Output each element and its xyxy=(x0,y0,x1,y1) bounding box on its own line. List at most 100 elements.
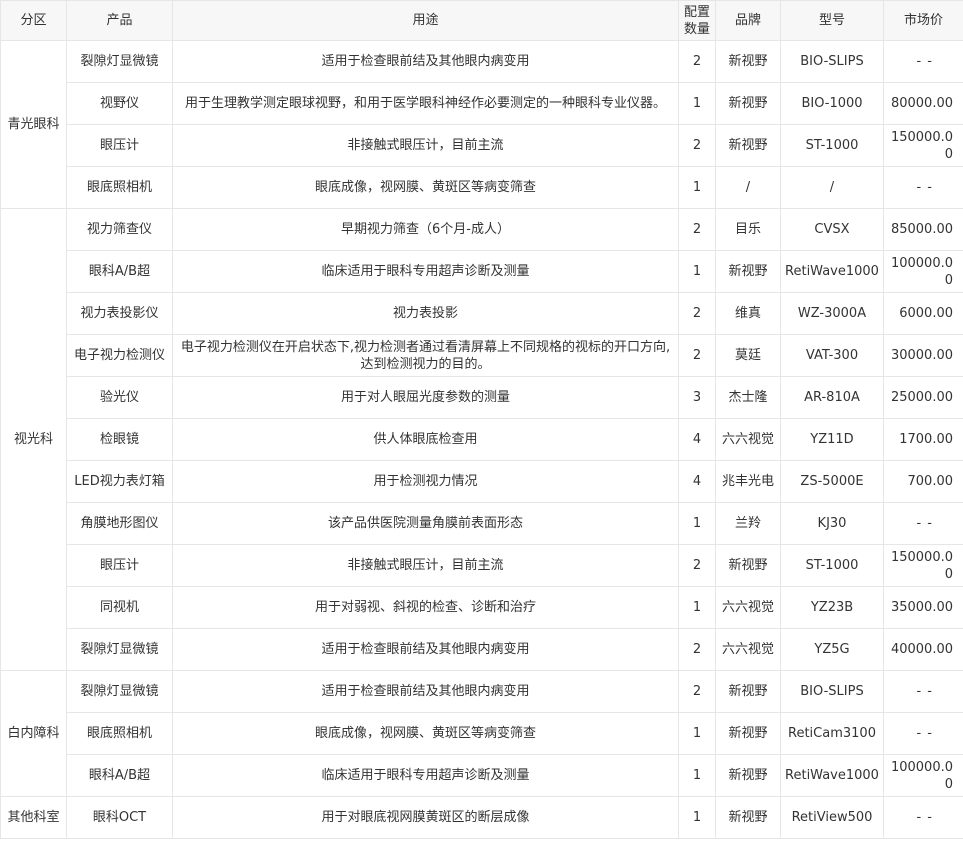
price-cell: 6000.00 xyxy=(883,292,963,335)
brand-cell: 兆丰光电 xyxy=(715,460,781,503)
table-row: 检眼镜 供人体眼底检查用 4 六六视觉 YZ11D 1700.00 xyxy=(1,418,963,461)
table-row: 眼底照相机 眼底成像，视网膜、黄斑区等病变筛查 1// - - xyxy=(1,166,963,209)
price-cell: - - xyxy=(883,40,963,83)
table-header: 分区 产品 用途 配置数量 品牌 型号 市场价 xyxy=(0,0,963,41)
brand-cell: 新视野 xyxy=(715,82,781,125)
price-cell: 150000.00 xyxy=(883,544,963,587)
model-cell: KJ30 xyxy=(780,502,884,545)
usage-cell: 眼底成像，视网膜、黄斑区等病变筛查 xyxy=(172,166,679,209)
product-cell: 视力筛查仪 xyxy=(66,208,173,251)
table-row: 同视机 用于对弱视、斜视的检查、诊断和治疗 1 六六视觉 YZ23B 35000.00 xyxy=(1,586,963,629)
usage-cell: 非接触式眼压计，目前主流 xyxy=(172,544,679,587)
usage-cell: 适用于检查眼前结及其他眼内病变用 xyxy=(172,628,679,671)
brand-cell: 六六视觉 xyxy=(715,586,781,629)
qty-cell: 1 xyxy=(678,586,716,629)
table-row: 验光仪 用于对人眼屈光度参数的测量 3 杰士隆 AR-810A 25000.00 xyxy=(1,376,963,419)
model-cell: YZ5G xyxy=(780,628,884,671)
usage-cell: 视力表投影 xyxy=(172,292,679,335)
table-row: 视力表投影仪 视力表投影 2 维真 WZ-3000A 6000.00 xyxy=(1,292,963,335)
qty-cell: 2 xyxy=(678,628,716,671)
brand-cell: 莫廷 xyxy=(715,334,781,377)
price-cell: 35000.00 xyxy=(883,586,963,629)
product-cell: 角膜地形图仪 xyxy=(66,502,173,545)
product-cell: 裂隙灯显微镜 xyxy=(66,628,173,671)
brand-cell: 新视野 xyxy=(715,796,781,839)
table-row: 视野仪 用于生理教学测定眼球视野，和用于医学眼科神经作必要测定的一种眼科专业仪器。… xyxy=(1,82,963,125)
brand-cell: 新视野 xyxy=(715,670,781,713)
usage-cell: 用于对眼底视网膜黄斑区的断层成像 xyxy=(172,796,679,839)
model-cell: CVSX xyxy=(780,208,884,251)
brand-cell: 新视野 xyxy=(715,250,781,293)
table-row: 电子视力检测仪 电子视力检测仪在开启状态下,视力检测者通过看清屏幕上不同规格的视标… xyxy=(1,334,963,377)
usage-cell: 用于生理教学测定眼球视野，和用于医学眼科神经作必要测定的一种眼科专业仪器。 xyxy=(172,82,679,125)
model-cell: VAT-300 xyxy=(780,334,884,377)
model-cell: BIO-SLIPS xyxy=(780,670,884,713)
model-cell: ST-1000 xyxy=(780,544,884,587)
table-row: 视光科 视力筛查仪 早期视力筛查（6个月-成人） 2 目乐 CVSX 85000.00 xyxy=(0,208,963,671)
table-row: 其他科室 眼科OCT 用于对眼底视网膜黄斑区的断层成像 1 新视野 RetiView500… xyxy=(0,796,963,839)
table-row: 眼压计 非接触式眼压计，目前主流 2 新视野 ST-1000 150000.00 xyxy=(1,544,963,587)
qty-cell: 2 xyxy=(678,670,716,713)
table-row: 眼科A/B超 临床适用于眼科专用超声诊断及测量 1 新视野 RetiWave1000 10… xyxy=(1,754,963,797)
header-qty: 配置数量 xyxy=(678,0,716,41)
header-usage: 用途 xyxy=(172,0,679,41)
brand-cell: 新视野 xyxy=(715,40,781,83)
table-body: 青光眼科 裂隙灯显微镜 适用于检查眼前结及其他眼内病变用 2 新视野 BIO-SLIPS -… xyxy=(0,40,963,839)
header-model: 型号 xyxy=(780,0,884,41)
zone-cell: 白内障科 xyxy=(0,670,67,797)
header-row: 分区 产品 用途 配置数量 品牌 型号 市场价 xyxy=(0,0,963,41)
price-cell: 150000.00 xyxy=(883,124,963,167)
brand-cell: / xyxy=(715,166,781,209)
table-row: 眼科A/B超 临床适用于眼科专用超声诊断及测量 1 新视野 RetiWave1000 10… xyxy=(1,250,963,293)
product-cell: 电子视力检测仪 xyxy=(66,334,173,377)
header-brand: 品牌 xyxy=(715,0,781,41)
product-cell: 眼科A/B超 xyxy=(66,754,173,797)
price-cell: 80000.00 xyxy=(883,82,963,125)
qty-cell: 2 xyxy=(678,124,716,167)
zone-cell: 视光科 xyxy=(0,208,67,671)
brand-cell: 六六视觉 xyxy=(715,628,781,671)
qty-cell: 1 xyxy=(678,502,716,545)
brand-cell: 新视野 xyxy=(715,124,781,167)
usage-cell: 电子视力检测仪在开启状态下,视力检测者通过看清屏幕上不同规格的视标的开口方向,达… xyxy=(172,334,679,377)
table-row: 眼压计 非接触式眼压计，目前主流 2 新视野 ST-1000 150000.00 xyxy=(1,124,963,167)
model-cell: / xyxy=(780,166,884,209)
table-row: 角膜地形图仪 该产品供医院测量角膜前表面形态 1 兰羚 KJ30- - xyxy=(1,502,963,545)
qty-cell: 1 xyxy=(678,712,716,755)
qty-cell: 4 xyxy=(678,460,716,503)
qty-cell: 2 xyxy=(678,334,716,377)
model-cell: RetiWave1000 xyxy=(780,754,884,797)
product-cell: 眼科A/B超 xyxy=(66,250,173,293)
brand-cell: 新视野 xyxy=(715,544,781,587)
model-cell: RetiCam3100 xyxy=(780,712,884,755)
price-cell: - - xyxy=(883,166,963,209)
model-cell: WZ-3000A xyxy=(780,292,884,335)
price-cell: 100000.00 xyxy=(883,754,963,797)
qty-cell: 2 xyxy=(678,208,716,251)
product-cell: 眼压计 xyxy=(66,544,173,587)
qty-cell: 2 xyxy=(678,544,716,587)
price-cell: 1700.00 xyxy=(883,418,963,461)
model-cell: RetiWave1000 xyxy=(780,250,884,293)
qty-cell: 3 xyxy=(678,376,716,419)
model-cell: ZS-5000E xyxy=(780,460,884,503)
price-cell: - - xyxy=(883,502,963,545)
product-cell: 检眼镜 xyxy=(66,418,173,461)
brand-cell: 目乐 xyxy=(715,208,781,251)
qty-cell: 1 xyxy=(678,82,716,125)
product-cell: 视野仪 xyxy=(66,82,173,125)
header-zone: 分区 xyxy=(0,0,67,41)
qty-cell: 1 xyxy=(678,754,716,797)
model-cell: YZ23B xyxy=(780,586,884,629)
usage-cell: 供人体眼底检查用 xyxy=(172,418,679,461)
model-cell: BIO-1000 xyxy=(780,82,884,125)
usage-cell: 早期视力筛查（6个月-成人） xyxy=(172,208,679,251)
usage-cell: 非接触式眼压计，目前主流 xyxy=(172,124,679,167)
model-cell: RetiView500 xyxy=(780,796,884,839)
table-row: 青光眼科 裂隙灯显微镜 适用于检查眼前结及其他眼内病变用 2 新视野 BIO-SLIPS -… xyxy=(0,40,963,209)
qty-cell: 1 xyxy=(678,166,716,209)
table-row: 白内障科 裂隙灯显微镜 适用于检查眼前结及其他眼内病变用 2 新视野 BIO-SLIPS -… xyxy=(0,670,963,797)
qty-cell: 2 xyxy=(678,40,716,83)
usage-cell: 用于对人眼屈光度参数的测量 xyxy=(172,376,679,419)
product-cell: 眼压计 xyxy=(66,124,173,167)
